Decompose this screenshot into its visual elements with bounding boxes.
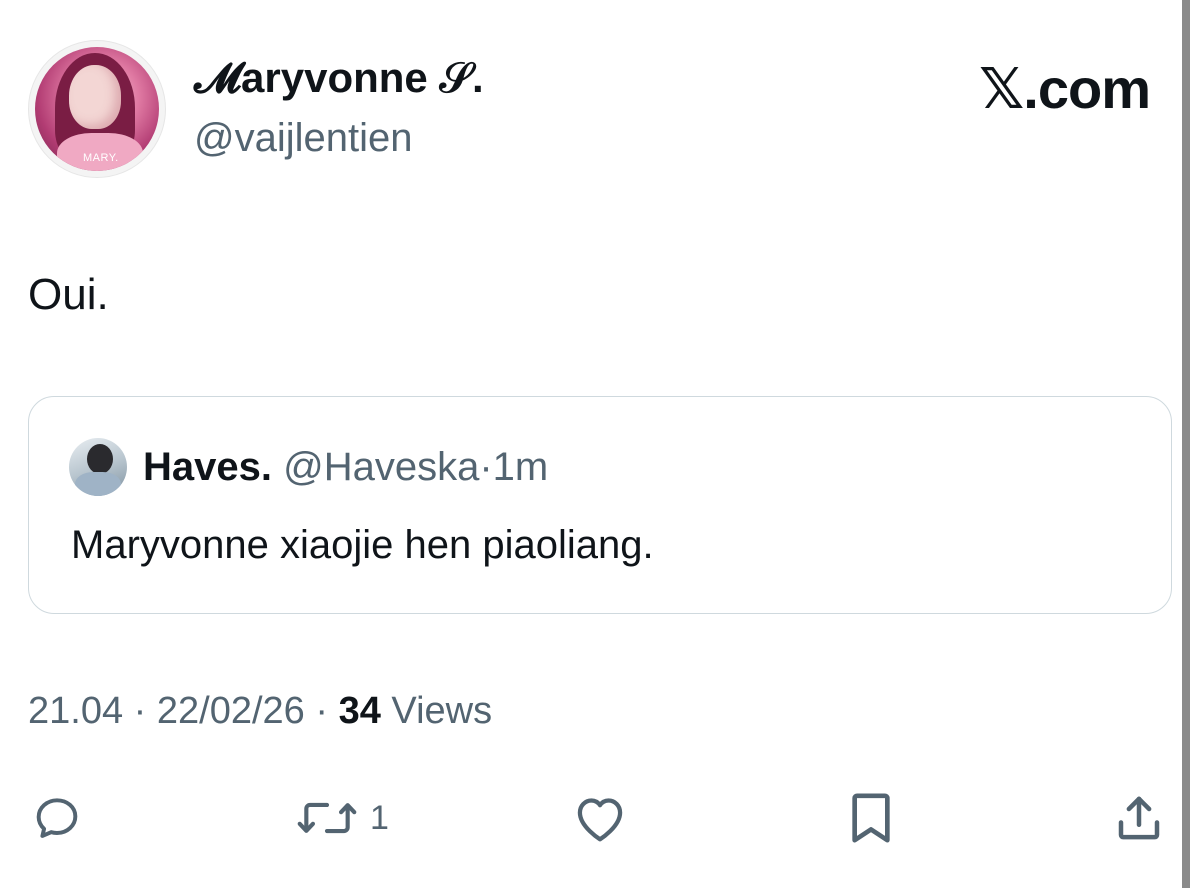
bookmark-icon [852, 793, 890, 843]
avatar-image: MARY. [35, 47, 159, 171]
quoted-tweet-card[interactable]: Haves. @Haveska·1m Maryvonne xiaojie hen… [28, 396, 1172, 614]
author-avatar[interactable]: MARY. [28, 40, 166, 178]
tweet-text: Oui. [28, 270, 109, 319]
avatar-face-shape [69, 65, 121, 129]
reply-button[interactable] [32, 790, 82, 846]
author-handle[interactable]: @vaijlentien [194, 116, 413, 161]
reply-icon [36, 798, 78, 838]
tweet-time: 21.04 [28, 690, 124, 732]
author-display-name[interactable]: 𝓜aryvonne 𝒮. [194, 54, 484, 103]
share-icon [1118, 796, 1160, 840]
quoted-avatar-shoulder-shape [75, 472, 121, 496]
heart-icon [577, 798, 623, 842]
meta-separator-1: · [133, 690, 147, 732]
quoted-timestamp: 1m [492, 445, 549, 489]
brand-watermark: 𝕏.com [979, 57, 1151, 120]
share-button[interactable] [1112, 790, 1166, 846]
quoted-tweet-header: Haves. @Haveska·1m [143, 445, 548, 490]
quoted-tweet-text: Maryvonne xiaojie hen piaoliang. [71, 523, 654, 567]
tweet-screenshot: MARY. 𝓜aryvonne 𝒮. @vaijlentien 𝕏.com Ou… [0, 0, 1200, 888]
repost-button[interactable]: 1 [296, 790, 389, 846]
avatar-label: MARY. [83, 152, 119, 164]
scrollbar[interactable] [1182, 0, 1190, 888]
views-label: Views [391, 690, 493, 732]
quoted-author-handle: @Haveska [283, 445, 480, 489]
quoted-author-avatar [69, 438, 127, 496]
repost-count: 1 [370, 798, 389, 837]
meta-separator-2: · [315, 690, 329, 732]
repost-icon [297, 802, 357, 834]
quoted-separator: · [479, 445, 493, 489]
bookmark-button[interactable] [846, 790, 896, 846]
tweet-date: 22/02/26 [156, 690, 305, 732]
tweet-meta: 21.04 · 22/02/26 · 34 Views [28, 690, 492, 733]
views-count: 34 [338, 690, 381, 732]
like-button[interactable] [570, 790, 630, 846]
quoted-author-name: Haves. [143, 445, 272, 489]
quoted-avatar-head-shape [87, 444, 113, 474]
